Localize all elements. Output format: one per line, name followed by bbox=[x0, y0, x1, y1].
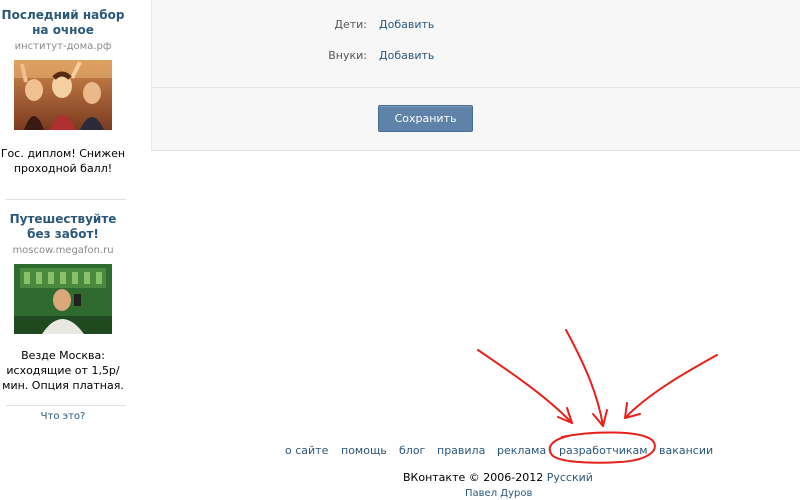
annotation-arrow-middle bbox=[565, 329, 604, 427]
copyright-text: ВКонтакте © 2006-2012 bbox=[403, 471, 544, 484]
ads-what-link[interactable]: Что это? bbox=[0, 411, 126, 422]
form-divider bbox=[152, 87, 800, 88]
ad-block[interactable]: Путешествуйте без забот! moscow.megafon.… bbox=[0, 212, 126, 393]
ad-title[interactable]: Последний набор на очное bbox=[0, 8, 126, 38]
ad-block[interactable]: Последний набор на очное институт-дома.р… bbox=[0, 8, 126, 176]
footer-link-help[interactable]: помощь bbox=[341, 444, 387, 457]
footer-link-rules[interactable]: правила bbox=[437, 444, 485, 457]
form-row-children: Дети: Добавить bbox=[152, 18, 800, 32]
ad-image[interactable] bbox=[14, 60, 112, 130]
ad-separator bbox=[6, 405, 126, 406]
ad-domain: moscow.megafon.ru bbox=[12, 245, 114, 256]
ad-text[interactable]: Везде Москва: исходящие от 1,5р/мин. Опц… bbox=[0, 348, 126, 393]
ad-domain: институт-дома.рф bbox=[14, 41, 112, 52]
save-button[interactable]: Сохранить bbox=[378, 105, 473, 132]
footer-link-blog[interactable]: блог bbox=[399, 444, 425, 457]
edit-profile-panel: Дети: Добавить Внуки: Добавить Сохранить bbox=[151, 0, 800, 151]
language-link[interactable]: Русский bbox=[547, 471, 593, 484]
grandchildren-label: Внуки: bbox=[328, 49, 367, 62]
author-link[interactable]: Павел Дуров bbox=[465, 488, 532, 499]
ad-title[interactable]: Путешествуйте без забот! bbox=[0, 212, 126, 242]
footer-link-jobs[interactable]: вакансии bbox=[659, 444, 713, 457]
footer-link-developers[interactable]: разработчикам bbox=[559, 444, 648, 457]
add-grandchildren-link[interactable]: Добавить bbox=[379, 49, 434, 62]
annotation-arrow-right bbox=[624, 354, 718, 419]
footer-link-about[interactable]: о сайте bbox=[285, 444, 328, 457]
annotation-arrow-left bbox=[477, 349, 573, 424]
add-children-link[interactable]: Добавить bbox=[379, 18, 434, 31]
footer-copyright: ВКонтакте © 2006-2012 Русский bbox=[403, 471, 593, 484]
footer-link-ads[interactable]: реклама bbox=[497, 444, 546, 457]
ads-column: Последний набор на очное институт-дома.р… bbox=[0, 0, 126, 430]
ad-separator bbox=[6, 199, 126, 200]
ad-text[interactable]: Гос. диплом! Снижен проходной балл! bbox=[0, 146, 126, 176]
ad-image[interactable] bbox=[14, 264, 112, 334]
form-row-grandchildren: Внуки: Добавить bbox=[152, 49, 800, 63]
children-label: Дети: bbox=[334, 18, 367, 31]
